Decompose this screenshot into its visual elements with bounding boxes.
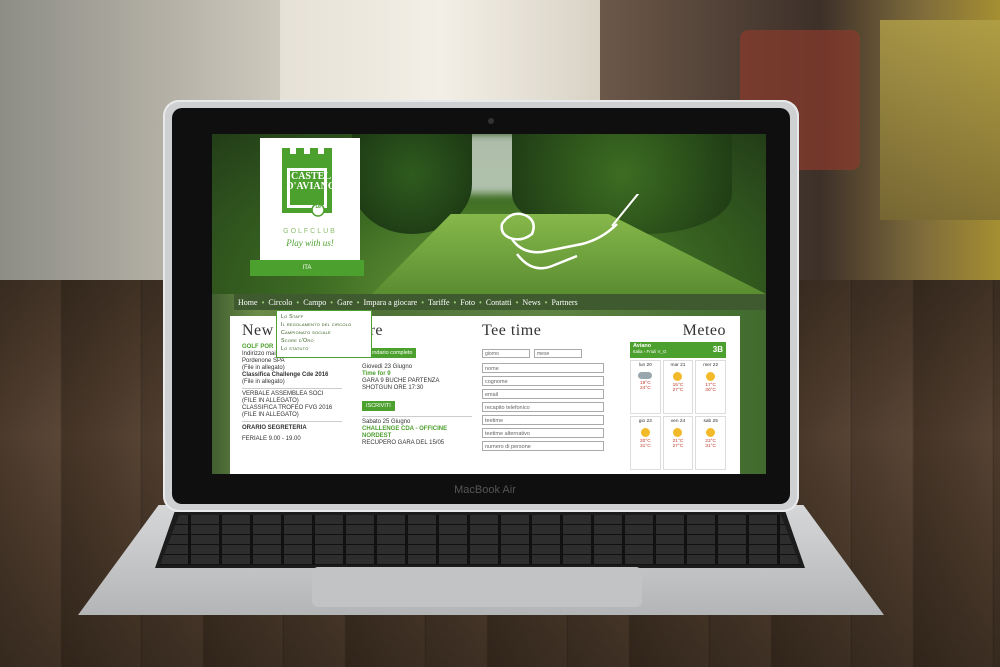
teetime-title: Tee time (482, 322, 542, 339)
laptop-brand-label: MacBook Air (454, 484, 516, 496)
segreteria-hours: FERIALE 9.00 - 19.00 (242, 436, 301, 442)
forecast-day: ven 24 21°C 27°C (662, 416, 694, 470)
nav-circolo[interactable]: Circolo (264, 298, 296, 307)
forecast-day: mer 22 17°C 30°C (695, 360, 726, 414)
divider (242, 388, 342, 389)
cognome-field[interactable]: cognome (482, 376, 604, 386)
meteo-provider-logo: 3B (712, 345, 723, 354)
forecast-day-label: sab 25 (703, 419, 718, 424)
segreteria-title: ORARIO SEGRETERIA (242, 425, 307, 431)
event1-name[interactable]: Time for 9 (362, 371, 472, 378)
sun-icon (673, 372, 683, 381)
dropdown-item[interactable]: Il regolamento del circolo (281, 321, 367, 329)
logo-line2: D'AVIANO (286, 181, 336, 192)
forecast-day-label: lun 20 (638, 363, 652, 368)
dropdown-item[interactable]: Lo statuto (281, 345, 367, 353)
logo-slogan: Play with us! (286, 238, 334, 248)
forecast-tmax: 27°C (672, 388, 684, 393)
nome-field[interactable]: nome (482, 363, 604, 373)
dropdown-item[interactable]: Lo Staff (281, 313, 367, 321)
meteo-column: Meteo Aviano Italia › Friuli V_G 3B lun … (630, 322, 730, 470)
club-logo[interactable]: CASTEL D'AVIANO 18 GOLFCLUB Play with us… (260, 138, 360, 262)
forecast-tmax: 31°C (639, 444, 651, 449)
forecast-day-label: gio 23 (638, 419, 652, 424)
dropdown-item[interactable]: Score d'Oro (281, 337, 367, 345)
background-shelf (880, 20, 1000, 220)
teetime-column: Tee time giorno mese nome cognome email r… (482, 322, 612, 454)
keyboard-keys (160, 515, 800, 565)
language-selector[interactable]: ITA (250, 260, 364, 276)
meteo-forecast: lun 20 19°C 24°C mar 21 15°C 27°C mer 22… (630, 360, 726, 470)
news-line: Pordenone SPA (242, 358, 285, 364)
sun-icon (706, 428, 716, 437)
forecast-day: sab 25 23°C 31°C (695, 416, 726, 470)
circolo-dropdown: Lo Staff Il regolamento del circolo Camp… (276, 310, 372, 358)
forecast-day: mar 21 15°C 27°C (662, 360, 694, 414)
forecast-day-label: ven 24 (670, 419, 686, 424)
forecast-day: lun 20 19°C 24°C (630, 360, 661, 414)
forecast-tmax: 31°C (705, 444, 717, 449)
news-line-bold[interactable]: Classifica Challenge Cde 2016 (242, 372, 342, 379)
nav-news[interactable]: News (518, 298, 544, 307)
nav-contatti[interactable]: Contatti (482, 298, 516, 307)
nav-partners[interactable]: Partners (547, 298, 581, 307)
phone-field[interactable]: recapito telefonico (482, 402, 604, 412)
teetime-alt-field[interactable]: teetime alternativo (482, 428, 604, 438)
gare-column: are alendario completo Giovedì 23 Giugno… (362, 322, 472, 447)
event1-date: Giovedì 23 Giugno (362, 364, 413, 370)
meteo-region2: Friuli V_G (646, 349, 667, 354)
sun-icon (706, 372, 716, 381)
day-select[interactable]: giorno (482, 349, 530, 358)
news-line[interactable]: VERBALE ASSEMBLEA SOCI (242, 391, 342, 398)
main-nav: Home • Circolo • Campo • Gare • Impara a gio… (234, 294, 766, 310)
meteo-region: Italia › Friuli V_G (633, 349, 667, 354)
meteo-title: Meteo (682, 322, 726, 339)
cloud-icon (638, 372, 653, 379)
forecast-day-label: mar 21 (670, 363, 686, 368)
camera-icon (488, 118, 494, 124)
forecast-tmax: 24°C (639, 386, 651, 391)
nav-campo[interactable]: Campo (299, 298, 330, 307)
email-field[interactable]: email (482, 389, 604, 399)
news-line: (FILE IN ALLEGATO) (242, 398, 299, 404)
forecast-day: gio 23 20°C 31°C (630, 416, 661, 470)
forecast-tmax: 27°C (672, 444, 684, 449)
iscriviti-button[interactable]: ISCRIVITI (362, 401, 395, 411)
divider (242, 421, 342, 422)
forecast-day-label: mer 22 (703, 363, 719, 368)
news-line: (FILE IN ALLEGATO) (242, 412, 299, 418)
news-line: (File in allegato) (242, 365, 285, 371)
event1-desc2: SHOTGUN ORE 17:30 (362, 385, 424, 391)
trackpad (312, 567, 642, 607)
event1-desc1: GARA 9 BUCHE PARTENZA (362, 378, 440, 384)
website-screen: CASTEL D'AVIANO 18 GOLFCLUB Play with us… (212, 134, 766, 474)
event2-name2[interactable]: NORDEST (362, 433, 472, 440)
event2-desc: RECUPERO GARA DEL 15/05 (362, 440, 445, 446)
sun-icon (640, 428, 650, 437)
event2-name1[interactable]: CHALLENGE CDA - OFFICINE (362, 426, 472, 433)
dropdown-item[interactable]: Campionato sociale (281, 329, 367, 337)
logo-golfclub: GOLFCLUB (283, 228, 337, 235)
month-select[interactable]: mese (534, 349, 582, 358)
news-line: (File in allegato) (242, 379, 285, 385)
divider (362, 416, 472, 417)
nav-foto[interactable]: Foto (456, 298, 479, 307)
sun-icon (673, 428, 683, 437)
persons-field[interactable]: numero di persone (482, 441, 604, 451)
meteo-region1: Italia (633, 349, 643, 354)
nav-impara[interactable]: Impara a giocare (359, 298, 421, 307)
nav-tariffe[interactable]: Tariffe (424, 298, 454, 307)
event2-date: Sabato 25 Giugno (362, 419, 411, 425)
logo-text: CASTEL D'AVIANO (280, 172, 342, 192)
golfer-illustration-icon (500, 194, 640, 270)
meteo-header: Aviano Italia › Friuli V_G 3B (630, 342, 726, 358)
teetime-field[interactable]: teetime (482, 415, 604, 425)
nav-home[interactable]: Home (234, 298, 262, 307)
news-line[interactable]: CLASSIFICA TROFEO FVG 2016 (242, 405, 342, 412)
nav-gare[interactable]: Gare (333, 298, 357, 307)
forecast-tmax: 30°C (705, 388, 717, 393)
logo-badge: 18 (315, 204, 321, 210)
gare-title: are (362, 322, 384, 339)
